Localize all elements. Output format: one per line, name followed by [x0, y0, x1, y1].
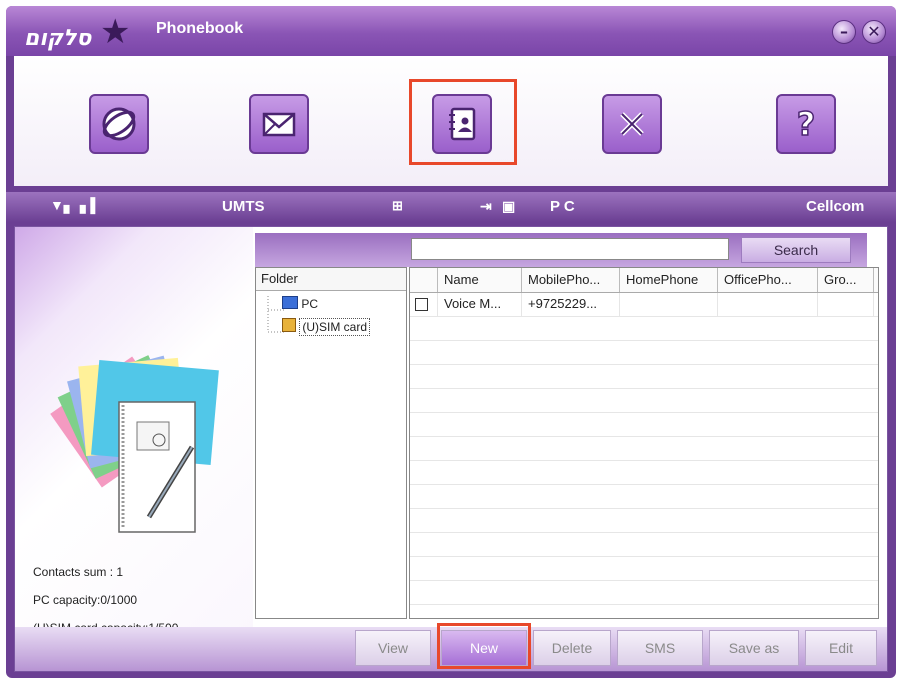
- column-header-select[interactable]: [410, 268, 438, 292]
- column-header-mobile[interactable]: MobilePho...: [522, 268, 620, 292]
- table-empty-row: [410, 317, 878, 341]
- tree-item-label: (U)SIM card: [299, 318, 371, 336]
- tree-item-pc[interactable]: PC: [282, 296, 318, 311]
- phonebook-illustration-icon: [50, 355, 219, 533]
- table-empty-row: [410, 581, 878, 605]
- row-select-cell: [410, 293, 438, 316]
- tools-icon: [620, 112, 644, 136]
- tools-button[interactable]: [602, 94, 662, 154]
- phonebook-selection-highlight: [409, 79, 517, 165]
- search-button[interactable]: Search: [741, 237, 851, 263]
- window-title: Phonebook: [156, 20, 244, 37]
- table-empty-row: [410, 557, 878, 581]
- signal-strength-icon: ▼▖▗▐: [50, 197, 96, 213]
- tree-item-label: PC: [301, 297, 319, 311]
- table-empty-row: [410, 509, 878, 533]
- globe-icon: [102, 107, 136, 141]
- question-mark-icon: ?: [796, 104, 816, 144]
- tree-item-sim-card[interactable]: (U)SIM card: [282, 318, 371, 336]
- cell-office: [718, 293, 818, 316]
- help-button[interactable]: ?: [776, 94, 836, 154]
- phonebook-panel: Contacts sum : 1 PC capacity:0/1000 (U)S…: [14, 226, 888, 672]
- status-bar: ▼▖▗▐ UMTS ⊞ ⇥ ▣ P C Cellcom: [6, 192, 896, 222]
- table-empty-row: [410, 389, 878, 413]
- table-empty-row: [410, 485, 878, 509]
- table-empty-row: [410, 413, 878, 437]
- column-header-name[interactable]: Name: [438, 268, 522, 292]
- minimize-icon: –: [840, 22, 848, 41]
- table-header: Name MobilePho... HomePhone OfficePho...…: [410, 268, 878, 293]
- table-empty-row: [410, 341, 878, 365]
- cell-name: Voice M...: [438, 293, 522, 316]
- sms-button[interactable]: [249, 94, 309, 154]
- svg-text:?: ?: [797, 105, 816, 143]
- computer-icon: [282, 296, 298, 309]
- search-bar: Search: [255, 233, 867, 267]
- network-type: UMTS: [222, 198, 265, 215]
- cell-mobile: +9725229...: [522, 293, 620, 316]
- table-empty-row: [410, 437, 878, 461]
- save-as-button[interactable]: Save as: [709, 630, 799, 666]
- table-empty-row: [410, 533, 878, 557]
- pc-capacity: PC capacity:0/1000: [33, 593, 138, 607]
- column-header-office[interactable]: OfficePho...: [718, 268, 818, 292]
- envelope-icon: [262, 112, 296, 137]
- logo-text: סלקום: [24, 26, 92, 51]
- search-input[interactable]: [411, 238, 729, 260]
- edit-button[interactable]: Edit: [805, 630, 877, 666]
- contacts-sum: Contacts sum : 1: [33, 565, 124, 579]
- main-toolbar: ?: [14, 56, 888, 186]
- table-empty-row: [410, 365, 878, 389]
- info-sidebar: Contacts sum : 1 PC capacity:0/1000 (U)S…: [15, 227, 253, 671]
- minimize-button[interactable]: –: [832, 20, 856, 44]
- new-button-highlight: [437, 623, 531, 669]
- connection-label: P C: [550, 198, 575, 215]
- table-row[interactable]: Voice M... +9725229...: [410, 293, 878, 317]
- close-button[interactable]: ✕: [862, 20, 886, 44]
- column-header-group[interactable]: Gro...: [818, 268, 874, 292]
- cell-home: [620, 293, 718, 316]
- sms-action-button[interactable]: SMS: [617, 630, 703, 666]
- sim-transfer-icon: ⇥: [480, 198, 492, 214]
- operator-name: Cellcom: [806, 198, 865, 215]
- cellcom-logo: סלקום ★: [16, 12, 136, 52]
- sim-card-icon: [282, 318, 296, 332]
- row-checkbox[interactable]: [415, 298, 428, 311]
- close-icon: ✕: [867, 22, 881, 41]
- view-button[interactable]: View: [355, 630, 431, 666]
- star-icon: ★: [100, 12, 131, 52]
- title-bar: סלקום ★ Phonebook – ✕: [6, 6, 896, 56]
- internet-button[interactable]: [89, 94, 149, 154]
- column-header-home[interactable]: HomePhone: [620, 268, 718, 292]
- contacts-table: Name MobilePho... HomePhone OfficePho...…: [409, 267, 879, 619]
- folder-tree: Folder PC (U)SIM card: [255, 267, 407, 619]
- table-empty-row: [410, 461, 878, 485]
- image-icon: ▣: [502, 198, 516, 214]
- network-status-icon: ⊞: [392, 198, 403, 213]
- phonebook-window: סלקום ★ Phonebook – ✕ ? ▼▖▗▐ UMTS ⊞ ⇥ ▣ …: [6, 6, 896, 678]
- delete-button[interactable]: Delete: [533, 630, 611, 666]
- folder-header: Folder: [256, 268, 406, 291]
- cell-group: [818, 293, 874, 316]
